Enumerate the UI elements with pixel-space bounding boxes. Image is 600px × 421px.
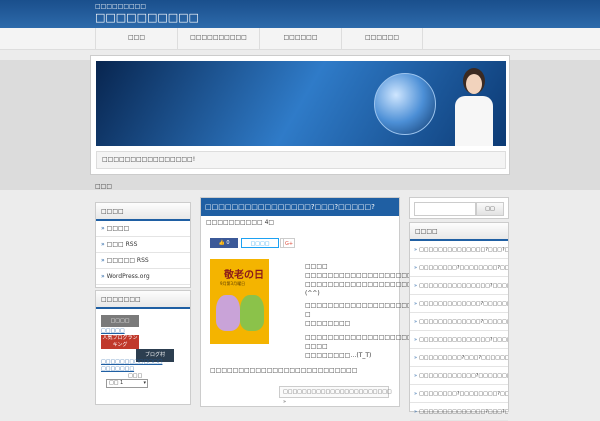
nav-item-4[interactable]: □□□□□□ [341,28,423,50]
recent-post-label: □□□□□□□□□□□□□?□□□□□□□? [419,319,508,325]
recent-posts-title: □□□□ [410,223,508,241]
site-description: □□□□□□□□□ [95,3,147,10]
tweet-button[interactable]: □□□□ [241,238,279,248]
meta-widget-title: □□□□ [96,203,190,221]
ranking-link-3[interactable]: □□□□□□□ [101,366,134,372]
operator-body [455,96,493,146]
recent-post-link[interactable]: »□□□□□□□□?□□□□□□□□?□□□□□? [410,385,508,403]
gplus-button[interactable]: G+ [283,238,295,248]
grandfather-illustration [240,295,264,331]
meta-link-label: □□□□□ RSS [106,257,149,264]
ranking-select-value: □□ 1 [109,380,124,386]
double-chevron-icon: » [414,301,418,307]
meta-widget: □□□□ » □□□□ » □□□ RSS » □□□□□ RSS » WordPres… [95,202,191,288]
double-chevron-icon: » [101,273,105,280]
ranking-widget: □□□□□□□ □□□□ □□□□□ 人気ブログランキング ブログ村 □□□□□… [95,290,191,405]
nav-item-2[interactable]: □□□□□□□□□□ [177,28,259,50]
chevron-down-icon: ▾ [143,380,146,386]
search-widget: □□ [409,197,509,219]
read-more-link[interactable]: □□□□□□□□□□□□□□□□□□□□□□□ » [279,386,392,405]
recent-post-link[interactable]: »□□□□□□□□?□□□□□□□□?□□□□□? [410,259,508,277]
recent-post-link[interactable]: »□□□□□□□□□□□□□□?□□□?□□□□? [410,241,508,259]
ranking-select[interactable]: □□ 1 ▾ [106,379,148,388]
breadcrumb[interactable]: □□□ [95,183,112,190]
recent-post-label: □□□□□□□□?□□□□□□□□?□□□□□? [419,265,508,271]
ranking-link-2[interactable]: □□□□□□□□□□□□□ [101,359,162,365]
double-chevron-icon: » [414,283,418,289]
double-chevron-icon: » [414,265,418,271]
like-count: 0 [226,240,230,246]
nav-item-3[interactable]: □□□□□□ [259,28,341,50]
search-input[interactable] [414,202,476,216]
nav-item-home[interactable]: □□□ [95,28,177,50]
post-text-line: □□□□ [305,263,328,270]
site-header: □□□□□□□□□ □□□□□□□□□□ [0,0,600,28]
meta-link-entries-rss[interactable]: » □□□ RSS [96,237,190,253]
double-chevron-icon: » [414,355,418,361]
hero-image [96,61,506,146]
ranking-link-1[interactable]: □□□□□ [101,328,125,334]
double-chevron-icon: » [414,319,418,325]
recent-posts-widget: □□□□ »□□□□□□□□□□□□□□?□□□?□□□□? »□□□□□□□□… [409,222,509,421]
hero-caption: □□□□□□□□□□□□□□□□! [96,151,506,169]
recent-post-link[interactable]: » □□□□□□□□□□□□?□□□□□□□? [410,367,508,385]
post-thumbnail[interactable]: 敬老の日 9月第3月曜日 [210,259,269,344]
double-chevron-icon: » [414,337,418,343]
recent-post-label: □□□□□□□□?□□□□□□□□?□□□□□? [419,391,508,397]
recent-post-link[interactable]: »□□□□□□□□□□□□□□?□□□?□□□□? [410,403,508,421]
post-text-line: □□□□ [305,343,328,350]
operator-face [466,74,482,94]
post-text-line: □□□□□□□□□□□□□□□□□□□□□□□□□□ [210,367,358,374]
recent-post-label: □□□□□□□□□□□□□□□?□□□□□? [419,337,508,343]
recent-post-label: □□□□□□□□□?□□□?□□□□□□? [419,355,508,361]
globe-image [374,73,436,135]
recent-post-link[interactable]: »□□□□□□□□□□□□□?□□□□□□□? [410,295,508,313]
double-chevron-icon: » [101,257,105,264]
post-article: □□□□□□□□□□□□□□□□?□□□?□□□□□? □□□□□□□□□□ 4… [200,197,435,407]
recent-post-label: □□□□□□□□□□□□?□□□□□□□? [419,373,508,379]
search-button[interactable]: □□ [476,202,504,216]
recent-post-label: □□□□□□□□□□□□□?□□□□□□□? [419,301,508,307]
meta-link-comments-rss[interactable]: » □□□□□ RSS [96,253,190,269]
recent-post-link[interactable]: » □□□□□□□□□?□□□?□□□□□□? [410,349,508,367]
ranking-banner-2[interactable]: 人気ブログランキング [101,335,139,349]
thumbnail-subtitle: 9月第3月曜日 [220,281,246,286]
meta-link-login[interactable]: » □□□□ [96,221,190,237]
recent-post-label: □□□□□□□□□□□□□□?□□□?□□□□? [419,409,508,415]
thumbnail-title: 敬老の日 [224,270,264,281]
recent-post-link[interactable]: »□□□□□□□□□□□□□?□□□□□□□? [410,313,508,331]
double-chevron-icon: » [414,373,418,379]
double-chevron-icon: » [101,225,105,232]
hero: □□□□□□□□□□□□□□□□! [90,55,510,175]
site-title[interactable]: □□□□□□□□□□ [95,11,199,24]
ranking-widget-title: □□□□□□□ [96,291,190,309]
recent-post-label: □□□□□□□□□□□□□□□?□□□□□? [419,283,508,289]
post-text-line: (^^) [305,290,320,297]
post-text-line: □□□□□□□□□□□□□□□□□□□□ [305,334,419,341]
post-text-line: □□□□□□□□□□□□□□□□□□□□□ [305,281,425,288]
recent-post-label: □□□□□□□□□□□□□□?□□□?□□□□? [419,247,508,253]
meta-link-label: WordPress.org [106,273,150,280]
double-chevron-icon: » [414,409,418,415]
double-chevron-icon: » [414,247,418,253]
recent-post-link[interactable]: »□□□□□□□□□□□□□□□?□□□□□? [410,331,508,349]
operator-image [451,66,496,146]
facebook-like-button[interactable]: 👍 0 [210,238,238,248]
post-text-line: □ [305,311,311,318]
grandmother-illustration [216,295,240,331]
meta-link-label: □□□□ [106,225,130,232]
post-date: □□□□□□□□□□ 4□ [206,219,275,226]
double-chevron-icon: » [101,241,105,248]
double-chevron-icon: » [414,391,418,397]
post-text-line: □□□□□□□□ [305,320,351,327]
like-icon: 👍 [218,240,225,246]
main-nav: □□□ □□□□□□□□□□ □□□□□□ □□□□□□ [0,28,600,50]
ranking-banner-1[interactable]: □□□□ [101,315,139,327]
recent-post-link[interactable]: »□□□□□□□□□□□□□□□?□□□□□? [410,277,508,295]
post-text-line: □□□□□□□□…(T_T) [305,352,372,359]
meta-link-wordpress[interactable]: » WordPress.org [96,269,190,285]
meta-link-label: □□□ RSS [106,241,138,248]
post-title[interactable]: □□□□□□□□□□□□□□□□?□□□?□□□□□? [201,198,399,216]
